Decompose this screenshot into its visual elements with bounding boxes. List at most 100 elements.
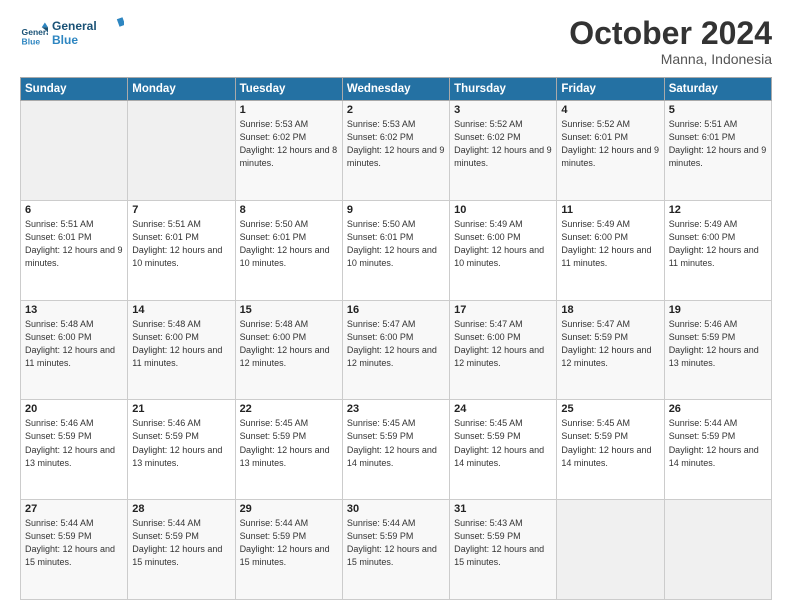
col-sunday: Sunday	[21, 78, 128, 101]
col-friday: Friday	[557, 78, 664, 101]
day-info: Sunrise: 5:51 AMSunset: 6:01 PMDaylight:…	[25, 218, 123, 270]
day-number: 17	[454, 304, 552, 316]
day-number: 24	[454, 403, 552, 415]
col-monday: Monday	[128, 78, 235, 101]
calendar-cell	[557, 500, 664, 600]
calendar-cell: 10Sunrise: 5:49 AMSunset: 6:00 PMDayligh…	[450, 200, 557, 300]
calendar-cell: 9Sunrise: 5:50 AMSunset: 6:01 PMDaylight…	[342, 200, 449, 300]
day-info: Sunrise: 5:47 AMSunset: 6:00 PMDaylight:…	[347, 318, 445, 370]
day-number: 7	[132, 204, 230, 216]
calendar-cell: 7 Sunrise: 5:51 AMSunset: 6:01 PMDaylight…	[128, 200, 235, 300]
calendar-cell	[21, 101, 128, 201]
title-block: October 2024 Manna, Indonesia	[569, 16, 772, 67]
day-info: Sunrise: 5:47 AMSunset: 5:59 PMDaylight:…	[561, 318, 659, 370]
calendar-cell: 23 Sunrise: 5:45 AMSunset: 5:59 PMDayligh…	[342, 400, 449, 500]
day-info: Sunrise: 5:51 AMSunset: 6:01 PMDaylight:…	[132, 218, 230, 270]
day-number: 3	[454, 104, 552, 116]
day-info: Sunrise: 5:46 AMSunset: 5:59 PMDaylight:…	[669, 318, 767, 370]
day-info: Sunrise: 5:48 AMSunset: 6:00 PMDaylight:…	[240, 318, 338, 370]
day-info: Sunrise: 5:44 AMSunset: 5:59 PMDaylight:…	[25, 517, 123, 569]
day-number: 25	[561, 403, 659, 415]
calendar-cell: 6 Sunrise: 5:51 AMSunset: 6:01 PMDaylight…	[21, 200, 128, 300]
day-info: Sunrise: 5:52 AMSunset: 6:02 PMDaylight:…	[454, 118, 552, 170]
calendar-cell: 14 Sunrise: 5:48 AMSunset: 6:00 PMDayligh…	[128, 300, 235, 400]
calendar-week-row: 6 Sunrise: 5:51 AMSunset: 6:01 PMDaylight…	[21, 200, 772, 300]
day-info: Sunrise: 5:44 AMSunset: 5:59 PMDaylight:…	[132, 517, 230, 569]
col-tuesday: Tuesday	[235, 78, 342, 101]
calendar-cell: 15 Sunrise: 5:48 AMSunset: 6:00 PMDayligh…	[235, 300, 342, 400]
svg-text:General: General	[52, 19, 97, 33]
day-info: Sunrise: 5:45 AMSunset: 5:59 PMDaylight:…	[347, 417, 445, 469]
day-info: Sunrise: 5:51 AMSunset: 6:01 PMDaylight:…	[669, 118, 767, 170]
calendar-table: Sunday Monday Tuesday Wednesday Thursday…	[20, 77, 772, 600]
calendar-cell: 13Sunrise: 5:48 AMSunset: 6:00 PMDayligh…	[21, 300, 128, 400]
day-number: 14	[132, 304, 230, 316]
day-number: 6	[25, 204, 123, 216]
calendar-cell: 4 Sunrise: 5:52 AMSunset: 6:01 PMDaylight…	[557, 101, 664, 201]
day-info: Sunrise: 5:45 AMSunset: 5:59 PMDaylight:…	[454, 417, 552, 469]
day-number: 23	[347, 403, 445, 415]
subtitle: Manna, Indonesia	[569, 51, 772, 67]
day-number: 26	[669, 403, 767, 415]
calendar-week-row: 27 Sunrise: 5:44 AMSunset: 5:59 PMDayligh…	[21, 500, 772, 600]
calendar-cell: 20 Sunrise: 5:46 AMSunset: 5:59 PMDayligh…	[21, 400, 128, 500]
day-info: Sunrise: 5:44 AMSunset: 5:59 PMDaylight:…	[240, 517, 338, 569]
calendar-cell: 16 Sunrise: 5:47 AMSunset: 6:00 PMDayligh…	[342, 300, 449, 400]
svg-text:Blue: Blue	[22, 36, 41, 46]
day-number: 31	[454, 503, 552, 515]
col-saturday: Saturday	[664, 78, 771, 101]
calendar-week-row: 1 Sunrise: 5:53 AMSunset: 6:02 PMDaylight…	[21, 101, 772, 201]
day-info: Sunrise: 5:49 AMSunset: 6:00 PMDaylight:…	[454, 218, 552, 270]
calendar-cell: 22Sunrise: 5:45 AMSunset: 5:59 PMDayligh…	[235, 400, 342, 500]
calendar-cell: 8 Sunrise: 5:50 AMSunset: 6:01 PMDaylight…	[235, 200, 342, 300]
calendar-cell	[128, 101, 235, 201]
day-number: 5	[669, 104, 767, 116]
calendar-cell: 21 Sunrise: 5:46 AMSunset: 5:59 PMDayligh…	[128, 400, 235, 500]
day-info: Sunrise: 5:46 AMSunset: 5:59 PMDaylight:…	[132, 417, 230, 469]
day-number: 18	[561, 304, 659, 316]
calendar-week-row: 13Sunrise: 5:48 AMSunset: 6:00 PMDayligh…	[21, 300, 772, 400]
day-info: Sunrise: 5:43 AMSunset: 5:59 PMDaylight:…	[454, 517, 552, 569]
calendar-cell: 19 Sunrise: 5:46 AMSunset: 5:59 PMDayligh…	[664, 300, 771, 400]
day-number: 28	[132, 503, 230, 515]
day-info: Sunrise: 5:44 AMSunset: 5:59 PMDaylight:…	[669, 417, 767, 469]
day-info: Sunrise: 5:52 AMSunset: 6:01 PMDaylight:…	[561, 118, 659, 170]
calendar-cell: 25Sunrise: 5:45 AMSunset: 5:59 PMDayligh…	[557, 400, 664, 500]
day-number: 4	[561, 104, 659, 116]
day-info: Sunrise: 5:49 AMSunset: 6:00 PMDaylight:…	[669, 218, 767, 270]
svg-text:Blue: Blue	[52, 33, 78, 47]
day-number: 21	[132, 403, 230, 415]
col-wednesday: Wednesday	[342, 78, 449, 101]
day-number: 16	[347, 304, 445, 316]
calendar-cell: 17 Sunrise: 5:47 AMSunset: 6:00 PMDayligh…	[450, 300, 557, 400]
day-info: Sunrise: 5:47 AMSunset: 6:00 PMDaylight:…	[454, 318, 552, 370]
day-number: 9	[347, 204, 445, 216]
calendar-cell: 27 Sunrise: 5:44 AMSunset: 5:59 PMDayligh…	[21, 500, 128, 600]
logo-icon: General Blue	[20, 21, 48, 49]
day-number: 8	[240, 204, 338, 216]
calendar-cell: 26 Sunrise: 5:44 AMSunset: 5:59 PMDayligh…	[664, 400, 771, 500]
day-info: Sunrise: 5:48 AMSunset: 6:00 PMDaylight:…	[25, 318, 123, 370]
day-info: Sunrise: 5:45 AMSunset: 5:59 PMDaylight:…	[240, 417, 338, 469]
day-info: Sunrise: 5:50 AMSunset: 6:01 PMDaylight:…	[240, 218, 338, 270]
day-number: 11	[561, 204, 659, 216]
day-number: 20	[25, 403, 123, 415]
day-info: Sunrise: 5:46 AMSunset: 5:59 PMDaylight:…	[25, 417, 123, 469]
logo: General Blue General Blue	[20, 16, 124, 53]
page: General Blue General Blue October 2024 M…	[0, 0, 792, 612]
calendar-header-row: Sunday Monday Tuesday Wednesday Thursday…	[21, 78, 772, 101]
calendar-cell: 1 Sunrise: 5:53 AMSunset: 6:02 PMDaylight…	[235, 101, 342, 201]
header: General Blue General Blue October 2024 M…	[20, 16, 772, 67]
day-info: Sunrise: 5:53 AMSunset: 6:02 PMDaylight:…	[347, 118, 445, 170]
day-info: Sunrise: 5:53 AMSunset: 6:02 PMDaylight:…	[240, 118, 338, 170]
calendar-cell: 3 Sunrise: 5:52 AMSunset: 6:02 PMDaylight…	[450, 101, 557, 201]
day-number: 1	[240, 104, 338, 116]
day-info: Sunrise: 5:48 AMSunset: 6:00 PMDaylight:…	[132, 318, 230, 370]
calendar-cell: 2Sunrise: 5:53 AMSunset: 6:02 PMDaylight…	[342, 101, 449, 201]
day-number: 12	[669, 204, 767, 216]
day-number: 27	[25, 503, 123, 515]
day-number: 19	[669, 304, 767, 316]
day-number: 15	[240, 304, 338, 316]
calendar-cell: 5 Sunrise: 5:51 AMSunset: 6:01 PMDaylight…	[664, 101, 771, 201]
calendar-cell: 18 Sunrise: 5:47 AMSunset: 5:59 PMDayligh…	[557, 300, 664, 400]
